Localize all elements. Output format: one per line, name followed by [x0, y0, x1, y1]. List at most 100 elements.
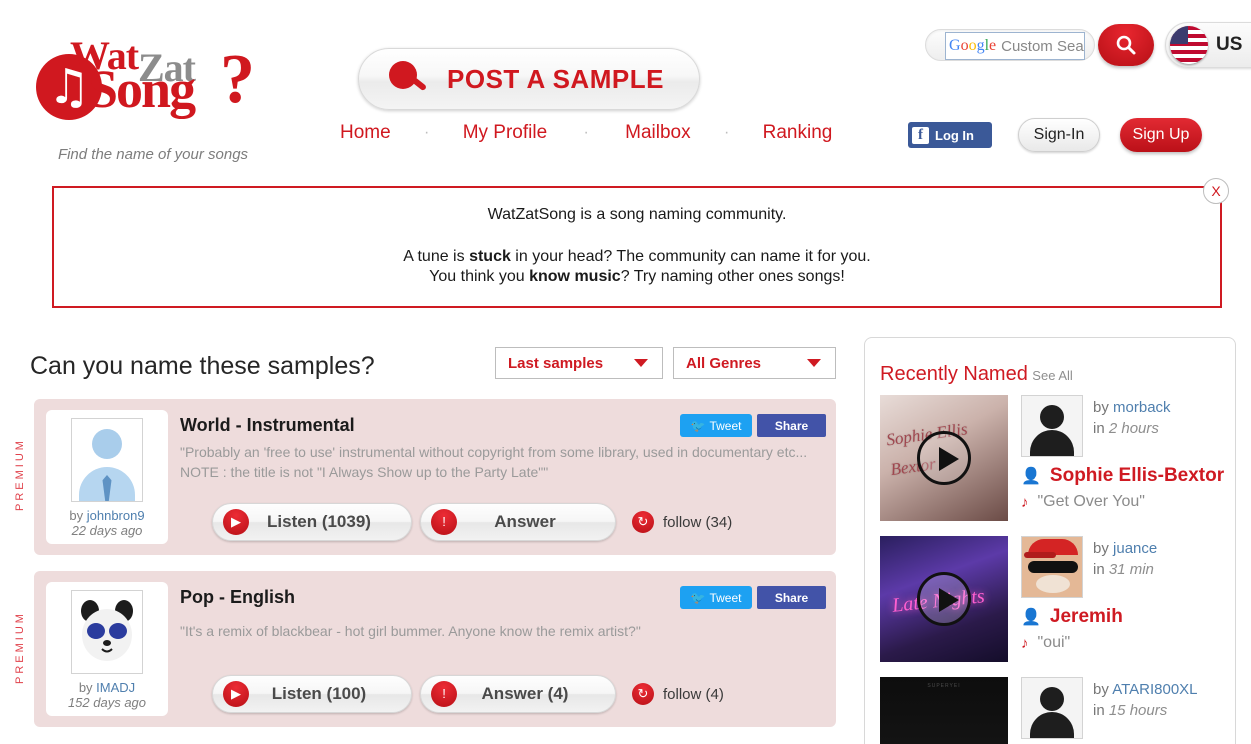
play-icon[interactable] — [917, 572, 971, 626]
logo-artwork: ♫ Wat Zat Song ? — [8, 18, 308, 122]
see-all-link[interactable]: See All — [1032, 368, 1072, 383]
share-label: Share — [774, 590, 809, 605]
sample-title[interactable]: World - Instrumental — [180, 415, 355, 436]
listen-label: Listen (100) — [271, 684, 367, 703]
share-button[interactable]: Share — [757, 414, 826, 437]
sort-filter-dropdown[interactable]: Last samples — [495, 347, 663, 379]
search-button[interactable] — [1098, 24, 1154, 66]
user-avatar-blue-icon — [71, 418, 143, 502]
google-logo-o2: o — [968, 37, 977, 54]
google-logo-g2: g — [976, 37, 985, 54]
facebook-login-button[interactable]: f Log In — [908, 122, 992, 148]
answer-button[interactable]: ! Answer — [420, 503, 616, 541]
main-navigation: Home · My Profile · Mailbox · Ranking — [340, 122, 832, 144]
follow-label: follow (34) — [663, 513, 733, 531]
play-icon[interactable] — [917, 431, 971, 485]
listen-button[interactable]: ▶ Listen (1039) — [212, 503, 412, 541]
share-button[interactable]: Share — [757, 586, 826, 609]
monkey-avatar-icon[interactable] — [1021, 536, 1083, 598]
nav-item-mailbox[interactable]: Mailbox — [625, 122, 690, 144]
post-a-sample-button[interactable]: POST A SAMPLE — [358, 48, 700, 110]
in-prefix: in — [1093, 420, 1109, 437]
search-icon — [1116, 35, 1136, 55]
named-by: by ATARI800XL — [1093, 681, 1198, 698]
play-icon: ▶ — [223, 509, 249, 535]
panda-avatar-icon — [71, 590, 143, 674]
tweet-label: Tweet — [709, 418, 742, 433]
sample-age: 152 days ago — [67, 695, 147, 710]
banner-line-3-bold: know music — [529, 268, 621, 285]
song-row[interactable]: ♪ "oui" — [1021, 634, 1070, 652]
refresh-icon: ↻ — [632, 683, 654, 705]
follow-button[interactable]: ↻ follow (4) — [632, 683, 724, 705]
answer-button[interactable]: ! Answer (4) — [420, 675, 616, 713]
sample-author-box[interactable]: by johnbron9 22 days ago — [46, 410, 168, 544]
sign-in-button[interactable]: Sign-In — [1018, 118, 1100, 152]
sample-description: "It's a remix of blackbear - hot girl bu… — [180, 623, 641, 639]
twitter-bird-icon: 🐦 — [690, 418, 706, 433]
banner-line-3: You think you know music? Try naming oth… — [54, 268, 1220, 286]
post-a-sample-label: POST A SAMPLE — [447, 63, 664, 94]
named-by: by morback — [1093, 399, 1171, 416]
banner-line-2-c: in your head? The community can name it … — [510, 248, 871, 265]
sample-author-box[interactable]: by IMADJ 152 days ago — [46, 582, 168, 716]
album-cover-top-text: SUPERYEI — [927, 683, 961, 689]
nav-item-home[interactable]: Home — [340, 122, 391, 144]
album-cover[interactable]: SUPERYEI LA FORMA DE MOVERLO — [880, 677, 1008, 744]
banner-line-2-a: A tune is — [403, 248, 470, 265]
follow-button[interactable]: ↻ follow (34) — [632, 511, 732, 533]
user-silhouette-icon[interactable] — [1021, 395, 1083, 457]
banner-close-button[interactable]: X — [1203, 178, 1229, 204]
sample-title[interactable]: Pop - English — [180, 587, 295, 608]
banner-line-1: WatZatSong is a song naming community. — [487, 206, 787, 223]
google-logo-o1: o — [960, 37, 969, 54]
nav-item-my-profile[interactable]: My Profile — [463, 122, 547, 144]
namer-username[interactable]: morback — [1113, 399, 1171, 416]
nav-item-ranking[interactable]: Ranking — [763, 122, 833, 144]
tweet-button[interactable]: 🐦 Tweet — [680, 414, 752, 437]
us-flag-icon — [1170, 26, 1208, 64]
genre-filter-dropdown[interactable]: All Genres — [673, 347, 836, 379]
listen-button[interactable]: ▶ Listen (100) — [212, 675, 412, 713]
recently-named-panel: Recently Named See All Sophie Ellis Bext… — [864, 337, 1236, 744]
language-selector[interactable]: US — [1165, 22, 1251, 68]
search-input[interactable]: Google Custom Search — [945, 32, 1085, 60]
named-by: by juance — [1093, 540, 1157, 557]
banner-line-2-bold: stuck — [469, 248, 511, 265]
user-silhouette-icon[interactable] — [1021, 677, 1083, 739]
named-in-time: in 15 hours — [1093, 702, 1167, 719]
sample-author: by johnbron9 — [46, 508, 168, 523]
artist-row[interactable]: 👤 Sophie Ellis-Bextor — [1021, 465, 1224, 487]
artist-row[interactable]: 👤 Jeremih — [1021, 606, 1123, 628]
recently-named-title: Recently Named — [880, 363, 1028, 385]
album-cover[interactable]: Late Nights — [880, 536, 1008, 662]
exclamation-icon: ! — [431, 681, 457, 707]
sample-card: by IMADJ 152 days ago Pop - English "It'… — [34, 571, 836, 727]
refresh-icon: ↻ — [632, 511, 654, 533]
sign-up-button[interactable]: Sign Up — [1120, 118, 1202, 152]
nav-separator: · — [424, 124, 430, 141]
by-prefix: by — [1093, 540, 1114, 557]
google-logo-e: e — [989, 37, 997, 54]
play-icon: ▶ — [223, 681, 249, 707]
album-cover[interactable]: Sophie Ellis Bextor — [880, 395, 1008, 521]
song-title: "oui" — [1037, 634, 1071, 651]
song-row[interactable]: ♪ "Get Over You" — [1021, 493, 1145, 511]
namer-username[interactable]: ATARI800XL — [1112, 681, 1197, 698]
recently-named-item: Late Nights by juance in 31 min 👤 Jeremi… — [880, 536, 1225, 678]
sample-age: 22 days ago — [71, 523, 143, 538]
by-prefix: by — [78, 680, 97, 695]
intro-banner: WatZatSong is a song naming community. A… — [52, 186, 1222, 308]
sort-filter-label: Last samples — [508, 354, 604, 372]
banner-line-3-c: ? Try naming other ones songs! — [620, 268, 845, 285]
banner-line-3-a: You think you — [429, 268, 530, 285]
sign-in-label: Sign-In — [1033, 126, 1085, 143]
sample-description: "Probably an 'free to use' instrumental … — [180, 444, 808, 480]
recently-named-item: SUPERYEI LA FORMA DE MOVERLO by ATARI800… — [880, 677, 1225, 744]
namer-username[interactable]: juance — [1113, 540, 1157, 557]
author-username[interactable]: johnbron9 — [87, 508, 145, 523]
author-username[interactable]: IMADJ — [96, 680, 135, 695]
site-logo[interactable]: ♫ Wat Zat Song ? Find the name of your s… — [8, 18, 308, 163]
tweet-button[interactable]: 🐦 Tweet — [680, 586, 752, 609]
nav-separator: · — [583, 124, 589, 141]
